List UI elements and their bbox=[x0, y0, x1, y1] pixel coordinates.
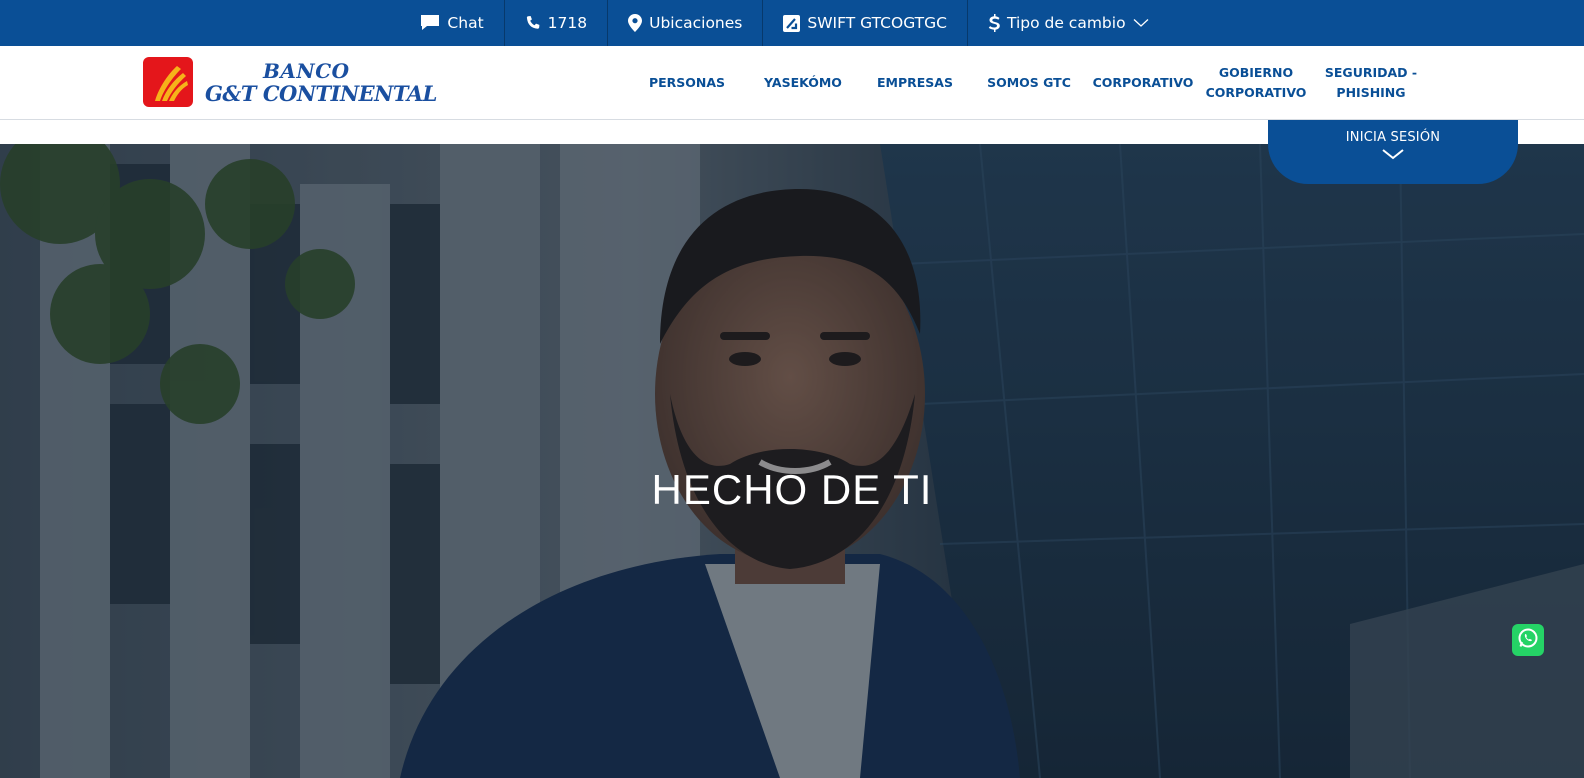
nav-empresas[interactable]: EMPRESAS bbox=[868, 46, 962, 120]
nav-label: EMPRESAS bbox=[877, 75, 953, 90]
chat-link[interactable]: Chat bbox=[400, 0, 505, 46]
nav-label-line1: GOBIERNO bbox=[1218, 65, 1294, 80]
nav-label: CORPORATIVO bbox=[1092, 75, 1194, 90]
swift-label: SWIFT GTCOGTGC bbox=[807, 14, 947, 32]
hero-photo bbox=[0, 144, 1584, 778]
login-label: INICIA SESIÓN bbox=[1345, 130, 1441, 145]
whatsapp-button[interactable] bbox=[1512, 624, 1544, 656]
whatsapp-icon bbox=[1517, 627, 1539, 653]
main-header: BANCO G&T CONTINENTAL PERSONAS YASEKÓMO … bbox=[0, 46, 1584, 120]
nav-label: PERSONAS bbox=[648, 75, 726, 90]
nav-gobierno-corporativo[interactable]: GOBIERNO CORPORATIVO bbox=[1203, 46, 1309, 120]
utility-bar: Chat 1718 Ubicaciones SWIFT GTCOGTGC Tip… bbox=[0, 0, 1584, 46]
swift-link[interactable]: SWIFT GTCOGTGC bbox=[763, 0, 968, 46]
chat-label: Chat bbox=[447, 14, 484, 32]
locations-link[interactable]: Ubicaciones bbox=[608, 0, 764, 46]
bank-logo[interactable]: BANCO G&T CONTINENTAL bbox=[143, 57, 437, 107]
hero-title: HECHO DE TI bbox=[651, 466, 933, 513]
chat-icon bbox=[420, 14, 440, 32]
nav-label: YASEKÓMO bbox=[764, 75, 842, 90]
location-pin-icon bbox=[628, 14, 643, 32]
nav-label-line1: SEGURIDAD - bbox=[1324, 65, 1418, 80]
login-button[interactable]: INICIA SESIÓN bbox=[1268, 120, 1518, 184]
locations-label: Ubicaciones bbox=[649, 14, 743, 32]
hero-banner: HECHO DE TI bbox=[0, 144, 1584, 778]
phone-icon bbox=[525, 15, 541, 31]
exchange-rate-label: Tipo de cambio bbox=[1006, 14, 1126, 32]
dollar-icon bbox=[988, 14, 1000, 32]
nav-somos-gtc[interactable]: SOMOS GTC bbox=[984, 46, 1074, 120]
exchange-rate-dropdown[interactable]: Tipo de cambio bbox=[968, 0, 1169, 46]
nav-label: SOMOS GTC bbox=[987, 75, 1071, 90]
phone-number: 1718 bbox=[547, 14, 588, 32]
nav-yasekomo[interactable]: YASEKÓMO bbox=[756, 46, 850, 120]
nav-seguridad-phishing[interactable]: SEGURIDAD - PHISHING bbox=[1318, 46, 1424, 120]
logo-text-name: G&T CONTINENTAL bbox=[205, 80, 437, 106]
chevron-down-icon bbox=[1268, 148, 1518, 160]
swift-icon bbox=[783, 14, 801, 32]
nav-corporativo[interactable]: CORPORATIVO bbox=[1090, 46, 1196, 120]
nav-label-line2: PHISHING bbox=[1336, 85, 1406, 100]
logo-emblem bbox=[143, 57, 193, 107]
nav-personas[interactable]: PERSONAS bbox=[640, 46, 734, 120]
chevron-down-icon bbox=[1133, 18, 1149, 28]
logo-text-banco: BANCO bbox=[263, 58, 350, 83]
phone-link[interactable]: 1718 bbox=[505, 0, 609, 46]
nav-label-line2: CORPORATIVO bbox=[1205, 85, 1307, 100]
